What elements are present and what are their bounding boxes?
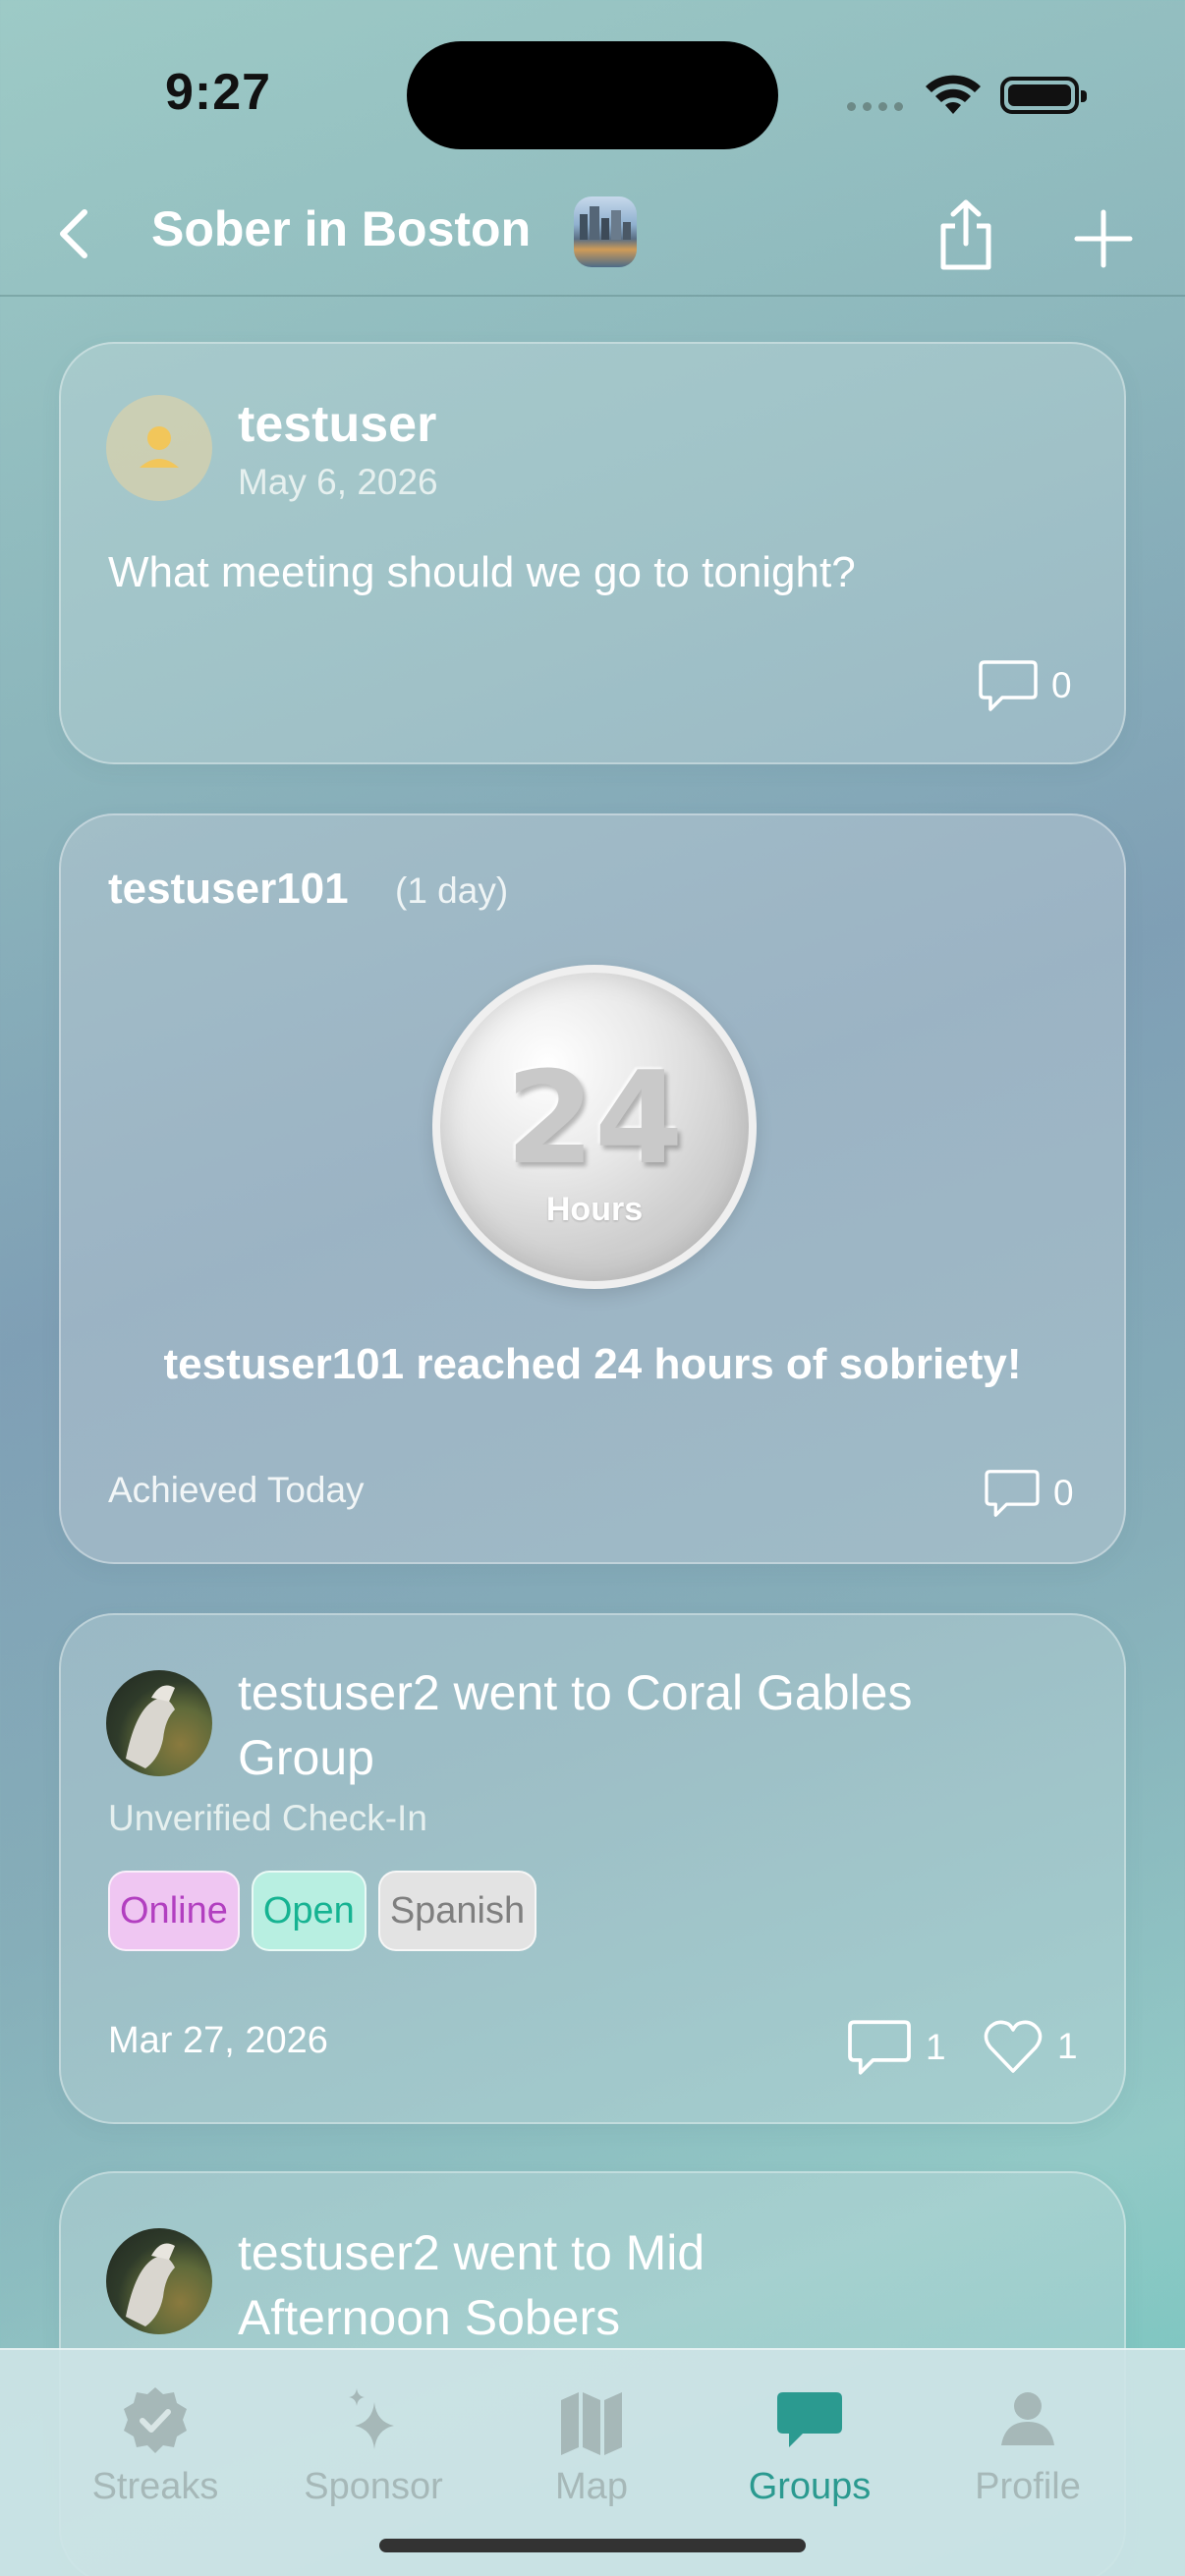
tab-groups[interactable]: Groups xyxy=(711,2381,908,2508)
tab-label: Map xyxy=(555,2466,628,2507)
sobriety-coin: 24 Hours xyxy=(432,965,757,1289)
chat-bubble-icon xyxy=(777,2392,842,2447)
heart-icon xyxy=(984,2020,1043,2073)
comment-button[interactable]: 0 xyxy=(979,658,1072,713)
sparkles-icon xyxy=(349,2388,394,2449)
comment-icon xyxy=(848,2020,911,2075)
checkin-title: testuser2 went to Coral Gables Group xyxy=(238,1665,913,1785)
post-date: May 6, 2026 xyxy=(238,462,438,502)
avatar[interactable] xyxy=(106,395,212,501)
group-avatar[interactable] xyxy=(574,196,637,267)
coin-number: 24 xyxy=(505,1043,684,1193)
comment-button[interactable]: 1 xyxy=(847,2018,946,2077)
dynamic-island xyxy=(407,41,778,149)
checkin-title: testuser2 went to Mid Afternoon Sobers xyxy=(238,2225,705,2345)
milestone-headline: testuser101 reached 24 hours of sobriety… xyxy=(163,1340,1022,1388)
page-title: Sober in Boston xyxy=(151,201,532,256)
tab-map[interactable]: Map xyxy=(493,2381,690,2508)
person-icon xyxy=(1001,2392,1054,2445)
status-bar: 9:27 xyxy=(0,0,1185,177)
checkin-card[interactable]: testuser2 went to Coral Gables Group Unv… xyxy=(59,1613,1126,2124)
tab-sponsor[interactable]: Sponsor xyxy=(275,2381,472,2508)
tab-label: Groups xyxy=(748,2466,872,2507)
comment-count: 0 xyxy=(1053,1473,1074,1513)
avatar[interactable] xyxy=(106,1670,212,1776)
post-text: What meeting should we go to tonight? xyxy=(108,548,856,596)
person-icon xyxy=(140,426,179,468)
map-icon xyxy=(561,2392,622,2455)
comment-button[interactable]: 0 xyxy=(985,1468,1074,1519)
wifi-icon xyxy=(926,75,981,114)
post-username[interactable]: testuser xyxy=(238,395,436,454)
tab-label: Streaks xyxy=(91,2466,219,2507)
checkin-status: Unverified Check-In xyxy=(108,1798,427,1838)
comment-count: 1 xyxy=(926,2027,946,2067)
post-card[interactable]: testuser May 6, 2026 What meeting should… xyxy=(59,342,1126,764)
meeting-tags: Online Open Spanish xyxy=(108,1871,537,1951)
home-indicator[interactable] xyxy=(379,2539,806,2552)
tag-language: Spanish xyxy=(377,1871,537,1951)
navigation-bar: Sober in Boston xyxy=(0,177,1185,297)
like-button[interactable]: 1 xyxy=(983,2018,1078,2075)
milestone-days: (1 day) xyxy=(395,870,509,911)
share-icon[interactable] xyxy=(933,198,998,271)
comment-icon xyxy=(979,660,1038,711)
back-chevron-icon[interactable] xyxy=(47,204,106,263)
add-icon[interactable] xyxy=(1071,206,1136,271)
tag-online: Online xyxy=(108,1871,240,1951)
coin-unit: Hours xyxy=(545,1191,644,1228)
comment-count: 0 xyxy=(1051,665,1072,705)
seal-check-icon xyxy=(124,2387,187,2453)
milestone-username[interactable]: testuser101 xyxy=(108,865,349,914)
milestone-card[interactable]: testuser101 (1 day) 24 Hours testuser101… xyxy=(59,813,1126,1564)
tab-profile[interactable]: Profile xyxy=(930,2381,1126,2508)
avatar[interactable] xyxy=(106,2228,212,2334)
tab-streaks[interactable]: Streaks xyxy=(57,2381,254,2508)
tab-label: Profile xyxy=(975,2466,1081,2507)
tab-label: Sponsor xyxy=(304,2466,443,2507)
tag-open: Open xyxy=(251,1871,367,1951)
cellular-signal-icon xyxy=(847,102,903,111)
like-count: 1 xyxy=(1057,2026,1078,2066)
battery-icon xyxy=(1000,77,1087,114)
milestone-achieved: Achieved Today xyxy=(108,1470,365,1510)
status-time: 9:27 xyxy=(165,64,272,121)
checkin-date: Mar 27, 2026 xyxy=(108,2020,328,2061)
comment-icon xyxy=(985,1470,1040,1517)
